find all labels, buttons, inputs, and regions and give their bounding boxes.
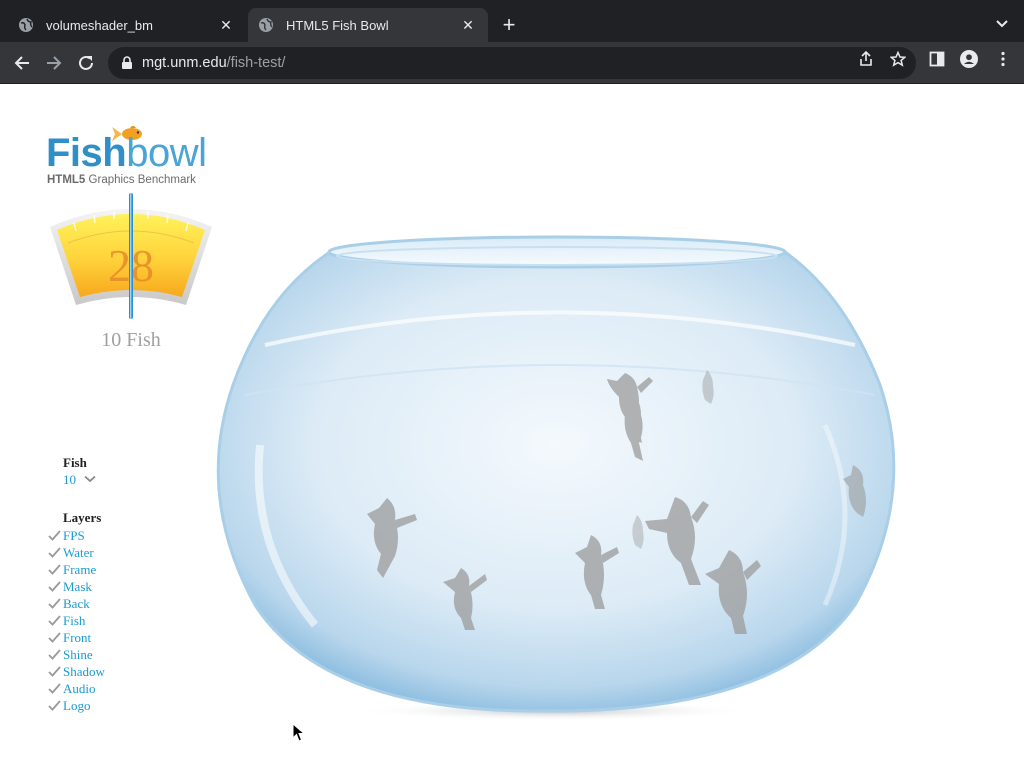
kebab-menu-icon[interactable] bbox=[994, 50, 1012, 68]
page-content: Fishbowl HTML5 Graphics Benchmark 28 10 … bbox=[0, 85, 1024, 768]
profile-icon[interactable] bbox=[960, 50, 978, 68]
bowl-glass bbox=[216, 250, 896, 713]
chevron-down-icon[interactable] bbox=[992, 14, 1012, 34]
share-icon[interactable] bbox=[857, 50, 875, 68]
close-icon[interactable]: ✕ bbox=[458, 15, 478, 35]
layer-toggle-water[interactable]: Water bbox=[48, 544, 168, 561]
checkmark-icon bbox=[48, 632, 63, 644]
tab-volumeshader[interactable]: volumeshader_bm ✕ bbox=[8, 8, 246, 42]
tab-strip: volumeshader_bm ✕ HTML5 Fish Bowl ✕ + bbox=[0, 0, 1024, 42]
layer-toggle-shadow[interactable]: Shadow bbox=[48, 663, 168, 680]
layer-label: Frame bbox=[63, 561, 97, 577]
layer-toggle-mask[interactable]: Mask bbox=[48, 578, 168, 595]
layer-label: Shadow bbox=[63, 663, 105, 679]
forward-arrow-icon[interactable] bbox=[42, 51, 66, 75]
checkmark-icon bbox=[48, 581, 63, 593]
plus-icon[interactable]: + bbox=[498, 14, 520, 36]
lock-icon[interactable] bbox=[120, 56, 134, 70]
browser-toolbar: mgt.unm.edu/fish-test/ bbox=[0, 42, 1024, 84]
checkmark-icon bbox=[48, 615, 63, 627]
close-icon[interactable]: ✕ bbox=[216, 15, 236, 35]
layer-label: Front bbox=[63, 629, 92, 645]
layer-toggle-logo[interactable]: Logo bbox=[48, 697, 168, 714]
fishbowl-logo: Fishbowl HTML5 Graphics Benchmark bbox=[46, 123, 221, 193]
layers-list: FPS Water Frame Mask Back Fish Front Shine Shado… bbox=[48, 527, 168, 714]
address-bar[interactable]: mgt.unm.edu/fish-test/ bbox=[108, 47, 916, 79]
logo-wordmark: Fishbowl bbox=[46, 131, 207, 176]
layer-label: Fish bbox=[63, 612, 86, 628]
checkmark-icon bbox=[48, 564, 63, 576]
layer-toggle-audio[interactable]: Audio bbox=[48, 680, 168, 697]
chevron-down-icon bbox=[84, 475, 96, 485]
layers-heading: Layers bbox=[63, 510, 102, 525]
layer-label: Water bbox=[63, 544, 94, 560]
layer-toggle-back[interactable]: Back bbox=[48, 595, 168, 612]
star-icon[interactable] bbox=[889, 50, 907, 68]
layer-toggle-fish[interactable]: Fish bbox=[48, 612, 168, 629]
checkmark-icon bbox=[48, 649, 63, 661]
tab-title: volumeshader_bm bbox=[46, 17, 153, 33]
checkmark-icon bbox=[48, 683, 63, 695]
fish-heading: Fish bbox=[63, 455, 87, 470]
tab-title: HTML5 Fish Bowl bbox=[286, 17, 389, 33]
fish-count-select[interactable]: 10 bbox=[48, 471, 168, 488]
layer-label: Audio bbox=[63, 680, 96, 696]
sidepanel-icon[interactable] bbox=[928, 50, 946, 68]
layer-toggle-frame[interactable]: Frame bbox=[48, 561, 168, 578]
fps-value: 28 bbox=[108, 240, 154, 291]
layer-label: Back bbox=[63, 595, 90, 611]
layer-label: Shine bbox=[63, 646, 93, 662]
layer-toggle-fps[interactable]: FPS bbox=[48, 527, 168, 544]
checkmark-icon bbox=[48, 530, 63, 542]
url-text: mgt.unm.edu/fish-test/ bbox=[142, 55, 285, 71]
cursor-icon bbox=[292, 723, 306, 742]
logo-subtitle-rest: Graphics Benchmark bbox=[85, 174, 196, 186]
layer-label: FPS bbox=[63, 527, 85, 543]
url-path: /fish-test/ bbox=[226, 55, 286, 71]
logo-subtitle: HTML5 Graphics Benchmark bbox=[47, 174, 196, 186]
fish-count-label: 10 Fish bbox=[101, 329, 161, 351]
globe-icon bbox=[258, 17, 274, 33]
checkmark-icon bbox=[48, 666, 63, 678]
back-arrow-icon[interactable] bbox=[10, 51, 34, 75]
logo-html5: HTML5 bbox=[47, 174, 86, 186]
logo-bowl-text: bowl bbox=[126, 131, 207, 175]
checkmark-icon bbox=[48, 598, 63, 610]
checkmark-icon bbox=[48, 700, 63, 712]
fish-bowl-canvas bbox=[216, 235, 896, 721]
layer-label: Mask bbox=[63, 578, 92, 594]
layer-toggle-shine[interactable]: Shine bbox=[48, 646, 168, 663]
fish-count-selected: 10 bbox=[63, 471, 76, 487]
logo-fish-text: Fish bbox=[46, 131, 127, 175]
layer-label: Logo bbox=[63, 697, 91, 713]
url-host: mgt.unm.edu bbox=[142, 55, 227, 71]
controls-panel: Fish 10 Layers FPS Water Frame Mask Back Fish… bbox=[48, 455, 168, 714]
reload-icon[interactable] bbox=[74, 51, 98, 75]
layer-toggle-front[interactable]: Front bbox=[48, 629, 168, 646]
checkmark-icon bbox=[48, 547, 63, 559]
fps-gauge: 28 bbox=[48, 193, 214, 323]
globe-icon bbox=[18, 17, 34, 33]
tab-fish-bowl[interactable]: HTML5 Fish Bowl ✕ bbox=[248, 8, 488, 42]
